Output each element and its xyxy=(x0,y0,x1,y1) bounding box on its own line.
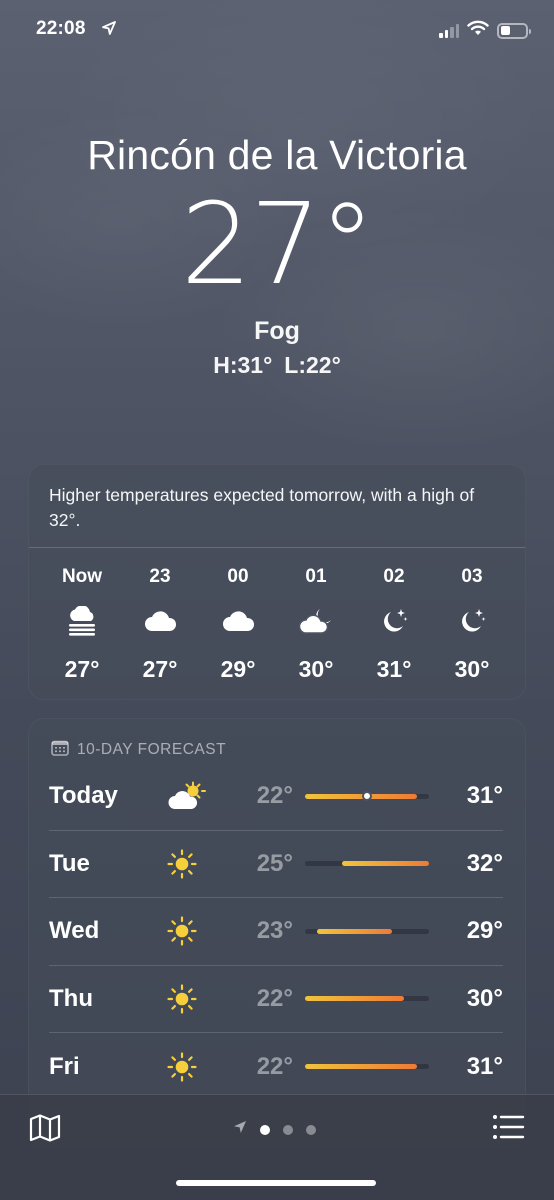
temperature-range-bar xyxy=(305,928,429,934)
hourly-list[interactable]: Now 27° 23 27° 00 29° 01 30° 02 31° 03 3… xyxy=(29,548,525,683)
hour-temp: 27° xyxy=(64,656,100,682)
moon-stars-icon xyxy=(379,600,409,642)
forecast-day: Wed xyxy=(49,917,100,945)
forecast-low: 23° xyxy=(256,917,293,945)
hour-label: 03 xyxy=(461,566,483,587)
cloud-icon xyxy=(221,600,255,642)
current-temperature-dot xyxy=(362,791,372,802)
forecast-high: 30° xyxy=(466,984,503,1012)
forecast-high: 32° xyxy=(466,849,503,877)
temperature-range-fill xyxy=(305,1064,417,1070)
forecast-low: 25° xyxy=(256,849,293,877)
hourly-forecast-card[interactable]: Higher temperatures expected tomorrow, w… xyxy=(28,464,526,700)
forecast-high: 31° xyxy=(466,782,503,810)
page-indicator[interactable] xyxy=(233,1120,316,1139)
forecast-title: 10-DAY FORECAST xyxy=(77,741,227,758)
high-low: H:31° L:22° xyxy=(0,352,554,379)
sun-icon xyxy=(167,849,237,879)
location-arrow-icon[interactable] xyxy=(233,1120,247,1139)
forecast-low: 22° xyxy=(256,1052,293,1080)
forecast-high: 29° xyxy=(466,917,503,945)
temperature-range-bar xyxy=(305,861,429,867)
sun-icon xyxy=(167,984,237,1014)
hour-label: Now xyxy=(61,566,103,587)
forecast-row[interactable]: Today 22° 31° xyxy=(49,763,503,831)
page-dot[interactable] xyxy=(306,1124,316,1135)
hour-temp: 29° xyxy=(220,656,256,682)
high-temp: H:31° xyxy=(213,352,273,378)
forecast-day: Tue xyxy=(49,849,90,877)
hour-item: 00 29° xyxy=(203,566,273,683)
current-temperature: 27° xyxy=(180,180,376,310)
cellular-signal-icon xyxy=(439,23,459,38)
temperature-range-bar xyxy=(305,996,429,1002)
hour-label: 00 xyxy=(227,566,249,587)
forecast-list: Today 22° 31° Tue 25° 32° Wed 23° 29° Th… xyxy=(29,763,525,1101)
forecast-header: 10-DAY FORECAST xyxy=(29,719,525,763)
temperature-range-fill xyxy=(342,861,429,867)
city-name: Rincón de la Victoria xyxy=(87,132,467,178)
hour-item: 01 30° xyxy=(281,566,351,683)
temperature-range-fill xyxy=(305,793,417,799)
forecast-row[interactable]: Wed 23° 29° xyxy=(49,898,503,966)
current-weather: Rincón de la Victoria 27° Fog H:31° L:22° xyxy=(0,132,554,379)
hour-item: 02 31° xyxy=(359,566,429,683)
location-arrow-icon xyxy=(102,21,116,40)
hour-label: 23 xyxy=(149,566,171,587)
temperature-range-fill xyxy=(317,928,392,934)
calendar-icon xyxy=(51,740,69,761)
current-condition: Fog xyxy=(254,317,300,345)
forecast-summary: Higher temperatures expected tomorrow, w… xyxy=(29,465,525,548)
forecast-day: Today xyxy=(49,782,118,810)
temperature-range-bar xyxy=(305,1064,429,1070)
page-dot[interactable] xyxy=(260,1124,270,1135)
forecast-low: 22° xyxy=(256,782,293,810)
battery-icon xyxy=(497,22,531,39)
hour-label: 01 xyxy=(305,566,327,587)
hour-item: Now 27° xyxy=(47,566,117,683)
sun-icon xyxy=(167,1052,237,1082)
status-bar: 22:08 xyxy=(0,0,554,60)
forecast-day: Thu xyxy=(49,984,93,1012)
hour-item: 03 30° xyxy=(437,566,507,683)
temperature-range-bar xyxy=(305,791,429,802)
hour-temp: 30° xyxy=(454,656,490,682)
ten-day-forecast-card[interactable]: 10-DAY FORECAST Today 22° 31° Tue 25° 32… xyxy=(28,718,526,1148)
temperature-range-fill xyxy=(305,996,405,1002)
wifi-icon xyxy=(467,20,489,41)
list-icon[interactable] xyxy=(492,1113,526,1141)
partly-sunny-icon xyxy=(167,781,237,811)
forecast-row[interactable]: Tue 25° 32° xyxy=(49,831,503,898)
hour-label: 02 xyxy=(383,566,405,587)
low-temp: L:22° xyxy=(284,352,341,378)
fog-icon xyxy=(65,600,99,642)
cloud-icon xyxy=(143,600,177,642)
forecast-high: 31° xyxy=(466,1052,503,1080)
hour-temp: 30° xyxy=(298,656,334,682)
cloud-moon-icon xyxy=(298,600,334,642)
forecast-day: Fri xyxy=(49,1052,80,1080)
status-time: 22:08 xyxy=(36,18,86,39)
sun-icon xyxy=(167,916,237,946)
forecast-row[interactable]: Thu 22° 30° xyxy=(49,966,503,1033)
moon-stars-icon xyxy=(457,600,487,642)
map-icon[interactable] xyxy=(28,1113,62,1143)
hour-item: 23 27° xyxy=(125,566,195,683)
status-icons xyxy=(439,20,531,41)
hour-temp: 27° xyxy=(142,656,178,682)
home-indicator[interactable] xyxy=(176,1180,376,1186)
hour-temp: 31° xyxy=(376,656,412,682)
forecast-low: 22° xyxy=(256,984,293,1012)
forecast-row[interactable]: Fri 22° 31° xyxy=(49,1033,503,1101)
page-dot[interactable] xyxy=(283,1124,293,1135)
